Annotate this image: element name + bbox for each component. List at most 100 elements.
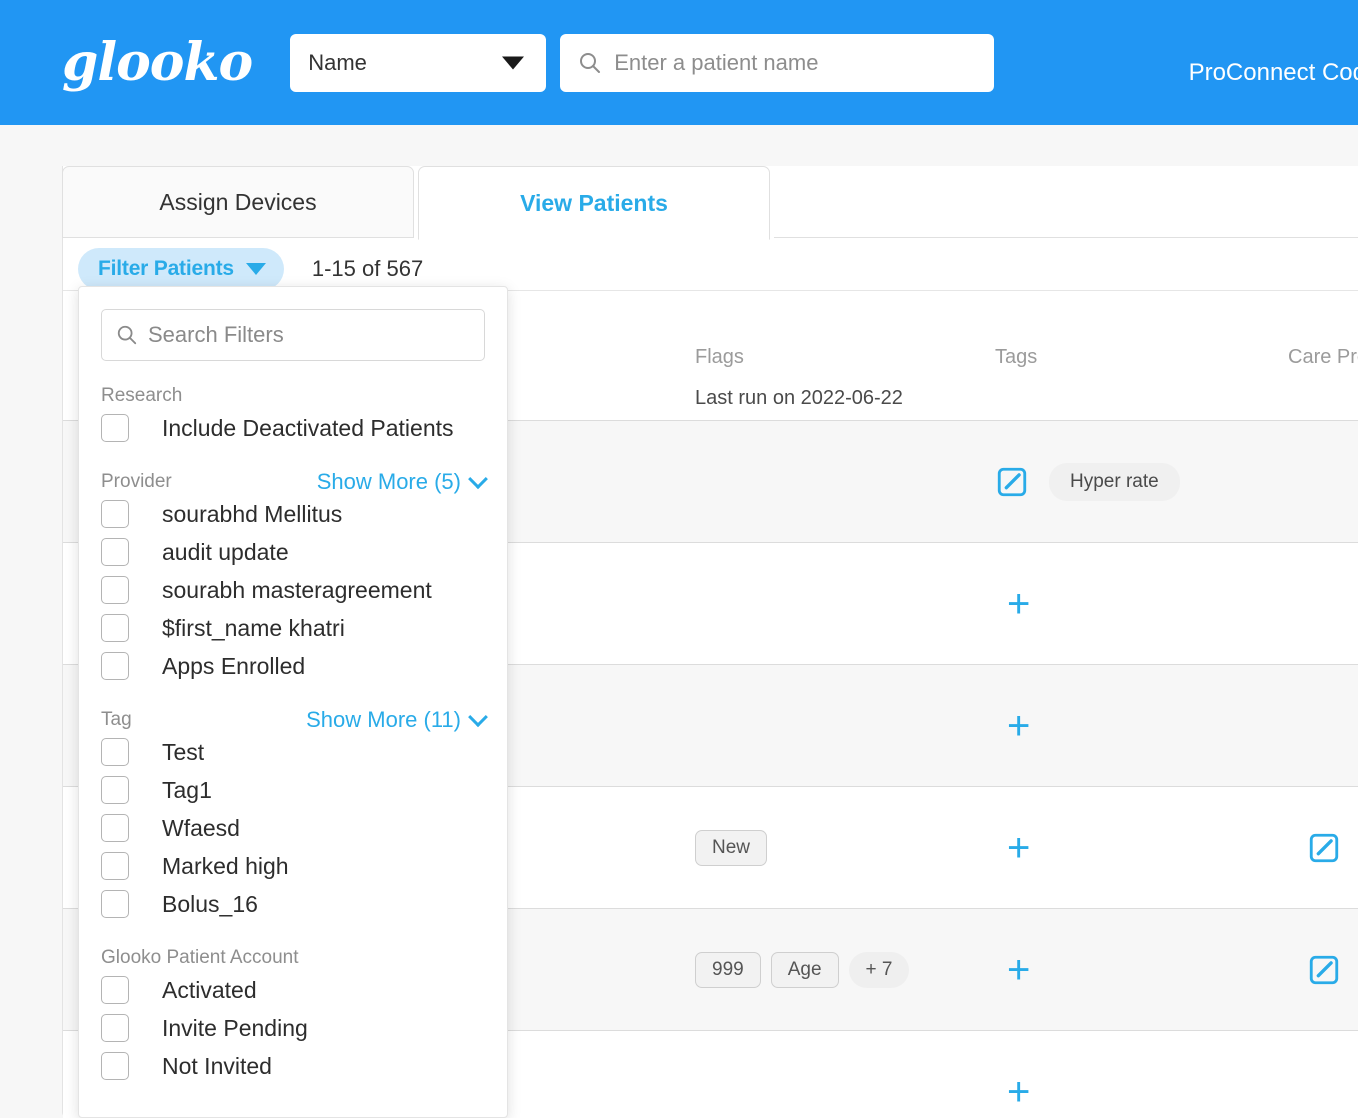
filter-option-label: Wfaesd <box>162 814 240 841</box>
checkbox[interactable] <box>101 852 129 880</box>
filter-group-header-tag: Tag Show More (11) <box>79 707 507 733</box>
filter-option-not-invited[interactable]: Not Invited <box>79 1047 507 1085</box>
tab-view-patients[interactable]: View Patients <box>418 166 770 240</box>
checkbox[interactable] <box>101 976 129 1004</box>
checkbox[interactable] <box>101 614 129 642</box>
glooko-logo[interactable]: glooko <box>62 36 253 89</box>
row-tags-cell: + <box>1007 584 1030 624</box>
patient-search-placeholder: Enter a patient name <box>614 49 819 75</box>
filter-option-label: sourabh masteragreement <box>162 576 432 603</box>
filter-option-label: Apps Enrolled <box>162 652 306 679</box>
filter-group-title: Tag <box>101 709 132 730</box>
chevron-down-icon <box>468 469 488 490</box>
patient-search-input[interactable]: Enter a patient name <box>560 33 995 92</box>
search-field-select[interactable]: Name <box>290 33 547 92</box>
tab-assign-devices-label: Assign Devices <box>159 188 317 215</box>
chevron-down-icon <box>468 707 488 728</box>
add-tag-icon[interactable]: + <box>1007 584 1030 624</box>
filter-group-header-provider: Provider Show More (5) <box>79 469 507 495</box>
filter-option-label: Test <box>162 738 205 765</box>
filter-patients-dropdown: Search Filters Research Include Deactiva… <box>78 286 508 1118</box>
filter-option-label: $first_name khatri <box>162 614 345 641</box>
filter-group-title: Provider <box>101 471 172 492</box>
checkbox[interactable] <box>101 652 129 680</box>
filter-option-apps-enrolled[interactable]: Apps Enrolled <box>79 647 507 685</box>
flag-chip[interactable]: 999 <box>695 951 761 988</box>
filter-option-label: Include Deactivated Patients <box>162 414 454 441</box>
chevron-down-icon <box>502 56 525 69</box>
column-header-care-program[interactable]: Care Pro <box>1288 346 1358 369</box>
column-header-flags[interactable]: Flags <box>695 346 744 369</box>
column-header-tags[interactable]: Tags <box>995 346 1037 369</box>
filter-search-placeholder: Search Filters <box>148 322 284 347</box>
tab-assign-devices[interactable]: Assign Devices <box>62 166 414 238</box>
show-more-label: Show More (11) <box>306 707 461 732</box>
filter-option-sourabh-masteragreement[interactable]: sourabh masteragreement <box>79 571 507 609</box>
show-more-provider-button[interactable]: Show More (5) <box>317 469 488 495</box>
filter-option-invite-pending[interactable]: Invite Pending <box>79 1009 507 1047</box>
filter-option-label: Invite Pending <box>162 1014 308 1041</box>
row-tags-cell: + <box>1007 950 1030 990</box>
row-tags-cell: + <box>1007 828 1030 868</box>
chevron-down-icon <box>245 263 266 275</box>
filter-option-include-deactivated-patients[interactable]: Include Deactivated Patients <box>79 409 507 447</box>
patients-toolbar: Filter Patients 1-15 of 567 <box>78 248 423 290</box>
filter-option-label: Tag1 <box>162 776 212 803</box>
tab-bar-filler <box>774 166 1358 238</box>
filter-option-first-name-khatri[interactable]: $first_name khatri <box>79 609 507 647</box>
flag-overflow-chip[interactable]: + 7 <box>848 951 910 988</box>
filter-option-tag1[interactable]: Tag1 <box>79 771 507 809</box>
filter-search-input[interactable]: Search Filters <box>101 309 485 361</box>
checkbox[interactable] <box>101 1014 129 1042</box>
checkbox[interactable] <box>101 1052 129 1080</box>
checkbox[interactable] <box>101 738 129 766</box>
tab-view-patients-label: View Patients <box>520 189 668 216</box>
filter-patients-button[interactable]: Filter Patients <box>78 248 284 290</box>
last-run-label: Last run on 2022-06-22 <box>695 387 903 409</box>
filter-option-label: audit update <box>162 538 289 565</box>
row-care-program-cell <box>1307 953 1341 987</box>
filter-group-title: Research <box>101 385 183 406</box>
filter-group-header-glooko-patient-account: Glooko Patient Account <box>79 945 507 971</box>
search-icon <box>117 325 137 345</box>
filter-option-label: Bolus_16 <box>162 890 258 917</box>
filter-group-title: Glooko Patient Account <box>101 947 299 968</box>
filter-option-label: Not Invited <box>162 1052 272 1079</box>
show-more-tag-button[interactable]: Show More (11) <box>306 707 488 733</box>
checkbox[interactable] <box>101 776 129 804</box>
row-flags-cell: New <box>695 829 777 866</box>
tab-bar: Assign Devices View Patients <box>62 166 1358 240</box>
edit-icon[interactable] <box>1307 953 1341 987</box>
checkbox[interactable] <box>101 576 129 604</box>
proconnect-code-label[interactable]: ProConnect Cod <box>1189 59 1358 87</box>
add-tag-icon[interactable]: + <box>1007 1072 1030 1112</box>
filter-option-sourabhd-mellitus[interactable]: sourabhd Mellitus <box>79 495 507 533</box>
checkbox[interactable] <box>101 890 129 918</box>
filter-option-audit-update[interactable]: audit update <box>79 533 507 571</box>
filter-option-label: Marked high <box>162 852 289 879</box>
checkbox[interactable] <box>101 538 129 566</box>
filter-option-marked-high[interactable]: Marked high <box>79 847 507 885</box>
edit-icon[interactable] <box>1307 831 1341 865</box>
row-tags-cell: Hyper rate <box>995 462 1190 501</box>
results-count: 1-15 of 567 <box>311 256 424 281</box>
checkbox[interactable] <box>101 414 129 442</box>
tag-chip[interactable]: Hyper rate <box>1049 462 1180 501</box>
row-tags-cell: + <box>1007 1072 1030 1112</box>
flag-chip[interactable]: New <box>695 829 768 866</box>
filter-option-activated[interactable]: Activated <box>79 971 507 1009</box>
filter-option-test[interactable]: Test <box>79 733 507 771</box>
add-tag-icon[interactable]: + <box>1007 706 1030 746</box>
filter-option-bolus-16[interactable]: Bolus_16 <box>79 885 507 923</box>
flag-chip[interactable]: Age <box>770 951 839 988</box>
add-tag-icon[interactable]: + <box>1007 828 1030 868</box>
row-flags-cell: 999 Age + 7 <box>695 951 919 988</box>
search-field-select-value: Name <box>308 49 367 75</box>
edit-icon[interactable] <box>995 465 1029 499</box>
checkbox[interactable] <box>101 500 129 528</box>
filter-option-label: sourabhd Mellitus <box>162 500 343 527</box>
checkbox[interactable] <box>101 814 129 842</box>
filter-option-wfaesd[interactable]: Wfaesd <box>79 809 507 847</box>
add-tag-icon[interactable]: + <box>1007 950 1030 990</box>
row-tags-cell: + <box>1007 706 1030 746</box>
